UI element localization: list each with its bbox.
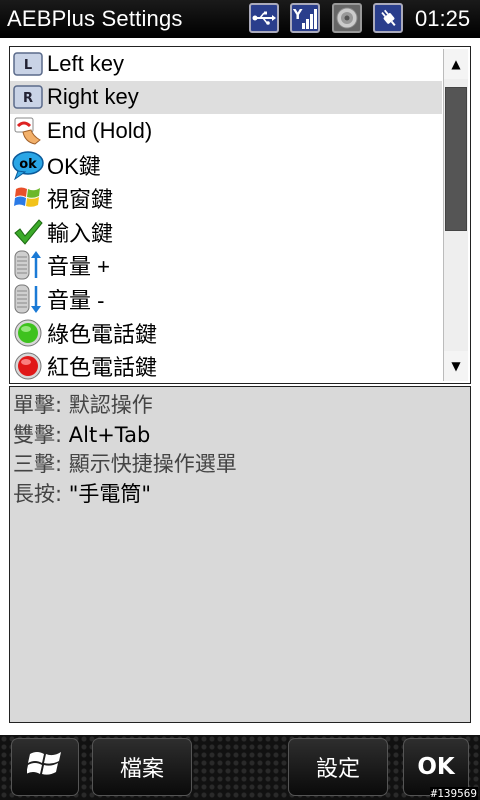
red-call-icon <box>12 350 44 382</box>
list-item-red-call[interactable]: 紅色電話鍵 <box>10 349 442 383</box>
start-button[interactable] <box>11 738 79 796</box>
key-listbox[interactable]: L Left key R Right key End (Hold) ok OK鍵… <box>9 46 471 384</box>
triple-press-line: 三擊: 顯示快捷操作選單 <box>13 450 467 480</box>
list-item-label: 綠色電話鍵 <box>47 321 158 347</box>
content-area: L Left key R Right key End (Hold) ok OK鍵… <box>0 38 480 735</box>
list-item-label: Left key <box>47 50 125 76</box>
desc-value: 顯示快捷操作選單 <box>68 452 237 476</box>
desc-key: 雙擊: <box>13 422 69 447</box>
clock: 01:25 <box>415 6 471 31</box>
list-item-left-key[interactable]: L Left key <box>10 47 442 81</box>
scroll-thumb[interactable] <box>445 87 467 231</box>
softkey-bar: 檔案 設定 OK #139569 <box>0 735 480 800</box>
power-icon[interactable] <box>373 3 403 33</box>
key-action-description: 單擊: 默認操作 雙擊: Alt+Tab 三擊: 顯示快捷操作選單 長按: "手… <box>9 386 471 723</box>
windows-flag-icon <box>12 182 44 214</box>
list-item-ok-key[interactable]: ok OK鍵 <box>10 148 442 182</box>
list-item-enter-key[interactable]: 輸入鍵 <box>10 215 442 249</box>
svg-text:Y: Y <box>293 8 303 23</box>
svg-text:ok: ok <box>19 157 37 172</box>
windows-start-icon <box>26 747 63 787</box>
svg-text:R: R <box>23 91 33 106</box>
list-scrollbar[interactable]: ▲ ▼ <box>443 49 468 381</box>
usb-icon[interactable] <box>249 3 279 33</box>
key-list: L Left key R Right key End (Hold) ok OK鍵… <box>10 47 442 383</box>
list-item-label: 輸入鍵 <box>47 220 114 246</box>
volume-up-icon <box>12 249 44 281</box>
speaker-icon[interactable] <box>332 3 362 33</box>
list-item-right-key[interactable]: R Right key <box>10 80 442 115</box>
desc-value: Alt+Tab <box>68 422 151 447</box>
list-item-green-call[interactable]: 綠色電話鍵 <box>10 316 442 350</box>
volume-down-icon <box>12 283 44 315</box>
list-item-volume-down[interactable]: 音量 - <box>10 282 442 316</box>
svg-text:L: L <box>24 58 32 73</box>
long-press-line: 長按: "手電筒" <box>13 480 467 510</box>
list-item-label: End (Hold) <box>47 117 153 143</box>
desc-value: "手電筒" <box>68 481 152 506</box>
scroll-down-arrow-icon[interactable]: ▼ <box>444 351 468 381</box>
ok-key-icon: ok <box>12 149 44 181</box>
list-item-volume-up[interactable]: 音量 + <box>10 249 442 283</box>
app-title: AEBPlus Settings <box>7 6 183 31</box>
file-menu-button[interactable]: 檔案 <box>92 738 192 796</box>
watermark: #139569 <box>429 787 478 800</box>
desc-key: 三擊: <box>13 452 69 476</box>
single-press-line: 單擊: 默認操作 <box>13 391 467 421</box>
green-call-icon <box>12 317 44 349</box>
left-key-icon: L <box>12 48 44 80</box>
list-item-end-hold[interactable]: End (Hold) <box>10 114 442 148</box>
list-item-label: 音量 + <box>47 254 110 280</box>
list-item-label: 音量 - <box>47 287 105 313</box>
right-key-icon: R <box>12 81 44 113</box>
list-item-label: 視窗鍵 <box>47 187 114 213</box>
settings-menu-button[interactable]: 設定 <box>288 738 388 796</box>
list-item-label: 紅色電話鍵 <box>47 355 158 381</box>
desc-key: 單擊: <box>13 393 69 417</box>
double-press-line: 雙擊: Alt+Tab <box>13 421 467 451</box>
end-call-icon <box>12 115 44 147</box>
checkmark-icon <box>12 216 44 248</box>
title-bar: AEBPlus Settings Y 01:25 <box>0 0 480 38</box>
scroll-up-arrow-icon[interactable]: ▲ <box>444 49 468 79</box>
list-item-label: Right key <box>47 84 139 110</box>
desc-key: 長按: <box>13 481 69 506</box>
list-item-windows-key[interactable]: 視窗鍵 <box>10 181 442 215</box>
desc-value: 默認操作 <box>68 393 153 417</box>
signal-icon[interactable]: Y <box>290 3 320 33</box>
list-item-label: OK鍵 <box>47 153 101 179</box>
